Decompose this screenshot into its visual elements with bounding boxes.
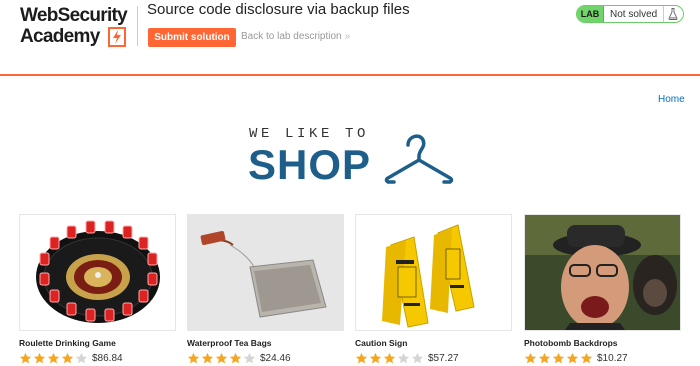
star-empty-icon	[75, 352, 88, 363]
star-filled-icon	[538, 352, 551, 363]
header-accent-rule	[0, 74, 700, 76]
back-to-lab-description-link[interactable]: Back to lab description»	[241, 31, 350, 42]
logo-text-line1: WebSecurity	[20, 5, 128, 26]
product-rating: $10.27	[524, 351, 628, 365]
product-price: $10.27	[597, 352, 628, 364]
product-price: $57.27	[428, 352, 459, 364]
home-link[interactable]: Home	[658, 94, 685, 105]
product-price: $86.84	[92, 352, 123, 364]
star-filled-icon	[355, 352, 368, 363]
star-empty-icon	[397, 352, 410, 363]
flask-icon	[663, 6, 681, 22]
star-filled-icon	[61, 352, 74, 363]
star-filled-icon	[229, 352, 242, 363]
star-empty-icon	[243, 352, 256, 363]
bolt-icon	[108, 27, 126, 47]
product-name[interactable]: Waterproof Tea Bags	[187, 338, 272, 348]
logo-text-line2: Academy	[20, 26, 100, 47]
shop-banner: WE LIKE TO SHOP	[248, 124, 460, 190]
tea-bag-image[interactable]	[187, 214, 344, 331]
banner-tagline: WE LIKE TO	[249, 126, 370, 142]
star-filled-icon	[215, 352, 228, 363]
roulette-image[interactable]	[19, 214, 176, 331]
product-rating: $86.84	[19, 351, 123, 365]
photobomb-image[interactable]	[524, 214, 681, 331]
product-card: Caution Sign $57.27	[355, 214, 512, 364]
product-card: Roulette Drinking Game $86.84	[19, 214, 176, 364]
star-filled-icon	[47, 352, 60, 363]
star-filled-icon	[19, 352, 32, 363]
product-name[interactable]: Photobomb Backdrops	[524, 338, 618, 348]
lab-header: WebSecurity Academy Source code disclosu…	[0, 0, 700, 76]
lab-status-widget: LAB Not solved	[576, 5, 684, 23]
star-filled-icon	[383, 352, 396, 363]
star-filled-icon	[566, 352, 579, 363]
product-name[interactable]: Roulette Drinking Game	[19, 338, 116, 348]
lab-status-text: Not solved	[610, 8, 658, 20]
star-filled-icon	[524, 352, 537, 363]
product-rating: $24.46	[187, 351, 291, 365]
header-divider	[137, 6, 138, 46]
hanger-icon	[384, 134, 454, 184]
lab-badge: LAB	[577, 6, 604, 22]
lab-title: Source code disclosure via backup files	[147, 1, 410, 18]
product-rating: $57.27	[355, 351, 459, 365]
product-price: $24.46	[260, 352, 291, 364]
product-card: Waterproof Tea Bags $24.46	[187, 214, 344, 364]
product-name[interactable]: Caution Sign	[355, 338, 407, 348]
star-filled-icon	[369, 352, 382, 363]
back-link-label: Back to lab description	[241, 31, 342, 42]
star-filled-icon	[201, 352, 214, 363]
star-filled-icon	[552, 352, 565, 363]
star-filled-icon	[33, 352, 46, 363]
caution-sign-image[interactable]	[355, 214, 512, 331]
submit-solution-button[interactable]: Submit solution	[148, 28, 236, 47]
star-filled-icon	[187, 352, 200, 363]
star-filled-icon	[580, 352, 593, 363]
product-card: Photobomb Backdrops $10.27	[524, 214, 681, 364]
star-empty-icon	[411, 352, 424, 363]
chevron-right-icon: »	[344, 31, 351, 42]
banner-title: SHOP	[248, 141, 372, 188]
academy-logo[interactable]: WebSecurity Academy	[20, 5, 135, 49]
